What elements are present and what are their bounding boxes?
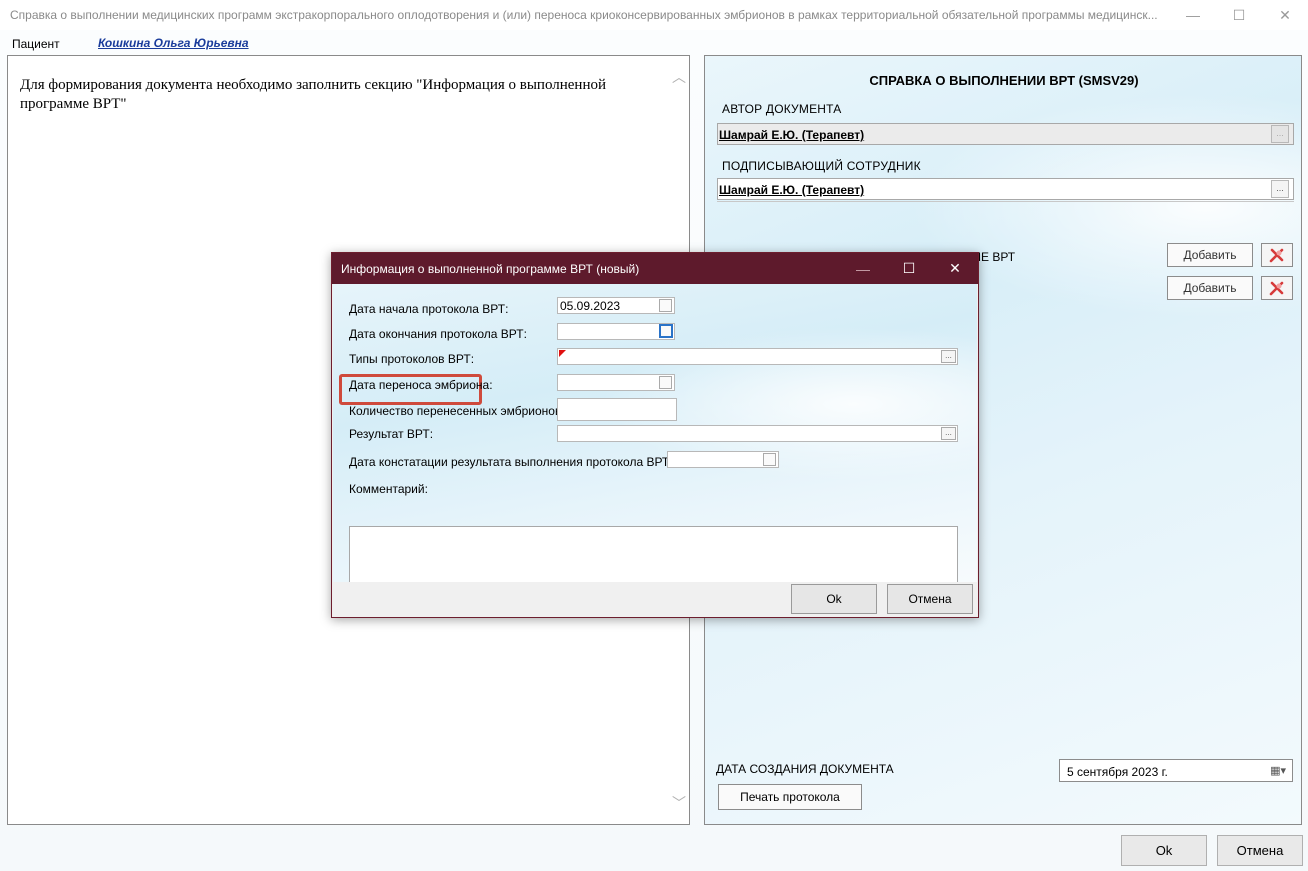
dialog-ok-button[interactable]: Ok — [791, 584, 877, 614]
dialog-maximize-button[interactable]: ☐ — [886, 253, 932, 284]
end-date-calendar-checkbox[interactable] — [659, 324, 673, 338]
end-date-input[interactable] — [557, 323, 675, 340]
delete-icon — [1269, 248, 1284, 263]
transfer-date-label: Дата переноса эмбриона: — [349, 378, 493, 392]
patient-label: Пациент — [12, 37, 60, 51]
main-cancel-button[interactable]: Отмена — [1217, 835, 1303, 866]
result-date-input[interactable] — [667, 451, 779, 468]
result-date-calendar-checkbox[interactable] — [763, 453, 776, 466]
patient-name-link[interactable]: Кошкина Ольга Юрьевна — [98, 36, 249, 50]
signer-field[interactable]: Шамрай Е.Ю. (Терапевт) ... — [717, 178, 1294, 200]
protocol-types-ellipsis-button[interactable]: ... — [941, 350, 956, 363]
delete-button-2[interactable] — [1261, 276, 1293, 300]
vrt-info-dialog: Информация о выполненной программе ВРТ (… — [331, 252, 979, 618]
minimize-icon: — — [856, 260, 870, 277]
author-value: Шамрай Е.Ю. (Терапевт) — [719, 128, 865, 142]
signer-label: ПОДПИСЫВАЮЩИЙ СОТРУДНИК — [722, 159, 921, 173]
window-close-button[interactable]: ✕ — [1262, 0, 1308, 30]
result-date-label: Дата констатации результата выполнения п… — [349, 455, 673, 469]
dialog-minimize-button: — — [840, 253, 886, 284]
result-label: Результат ВРТ: — [349, 427, 434, 441]
signer-value: Шамрай Е.Ю. (Терапевт) — [719, 183, 865, 197]
window-minimize-button[interactable]: — — [1170, 0, 1216, 30]
maximize-icon: ☐ — [902, 260, 916, 276]
required-flag-icon — [559, 350, 566, 357]
creation-date-label: ДАТА СОЗДАНИЯ ДОКУМЕНТА — [716, 762, 894, 776]
minimize-icon: — — [1186, 7, 1200, 23]
window-title: Справка о выполнении медицинских програм… — [10, 8, 1158, 22]
result-input[interactable]: ... — [557, 425, 958, 442]
add-button-1[interactable]: Добавить — [1167, 243, 1253, 267]
dialog-cancel-button[interactable]: Отмена — [887, 584, 973, 614]
dialog-footer — [333, 582, 977, 617]
transfer-date-input[interactable] — [557, 374, 675, 391]
maximize-icon: ☐ — [1232, 6, 1246, 23]
creation-date-value: 5 сентября 2023 г. — [1067, 765, 1168, 779]
window-maximize-button[interactable]: ☐ — [1216, 0, 1262, 30]
main-ok-button[interactable]: Ok — [1121, 835, 1207, 866]
window-titlebar: Справка о выполнении медицинских програм… — [0, 0, 1308, 30]
author-label: АВТОР ДОКУМЕНТА — [722, 102, 842, 116]
embryo-count-input[interactable] — [557, 398, 677, 421]
protocol-types-input[interactable]: ... — [557, 348, 958, 365]
start-date-input[interactable]: 05.09.2023 — [557, 297, 675, 314]
dialog-titlebar: Информация о выполненной программе ВРТ (… — [332, 253, 978, 284]
dialog-body: Дата начала протокола ВРТ: 05.09.2023 Да… — [333, 284, 977, 594]
author-ellipsis-button: ... — [1271, 125, 1289, 143]
close-icon: ✕ — [1279, 6, 1291, 23]
signer-ellipsis-button[interactable]: ... — [1271, 180, 1289, 198]
result-ellipsis-button[interactable]: ... — [941, 427, 956, 440]
protocol-types-label: Типы протоколов ВРТ: — [349, 352, 475, 366]
close-icon: ✕ — [949, 260, 961, 276]
section-divider — [717, 201, 1294, 202]
form-instruction-message: Для формирования документа необходимо за… — [20, 77, 607, 112]
scroll-up-arrow-icon[interactable]: ︿ — [672, 70, 686, 84]
author-field: Шамрай Е.Ю. (Терапевт) ... — [717, 123, 1294, 145]
document-title: СПРАВКА О ВЫПОЛНЕНИИ ВРТ (SMSV29) — [869, 73, 1139, 88]
embryo-count-label: Количество перенесенных эмбрионов: — [349, 404, 565, 418]
delete-button-1[interactable] — [1261, 243, 1293, 267]
end-date-label: Дата окончания протокола ВРТ: — [349, 327, 527, 341]
calendar-dropdown-icon[interactable]: ▦▾ — [1270, 764, 1286, 777]
comment-label: Комментарий: — [349, 482, 428, 496]
add-button-2[interactable]: Добавить — [1167, 276, 1253, 300]
dialog-close-button[interactable]: ✕ — [932, 253, 978, 284]
start-date-calendar-checkbox[interactable] — [659, 299, 672, 312]
start-date-label: Дата начала протокола ВРТ: — [349, 302, 509, 316]
delete-icon — [1269, 281, 1284, 296]
start-date-value: 05.09.2023 — [560, 299, 621, 313]
scroll-down-arrow-icon[interactable]: ﹀ — [672, 796, 686, 810]
transfer-date-calendar-checkbox[interactable] — [659, 376, 672, 389]
print-protocol-button[interactable]: Печать протокола — [718, 784, 862, 810]
dialog-title: Информация о выполненной программе ВРТ (… — [341, 262, 640, 276]
creation-date-picker[interactable]: 5 сентября 2023 г. ▦▾ — [1059, 759, 1293, 782]
